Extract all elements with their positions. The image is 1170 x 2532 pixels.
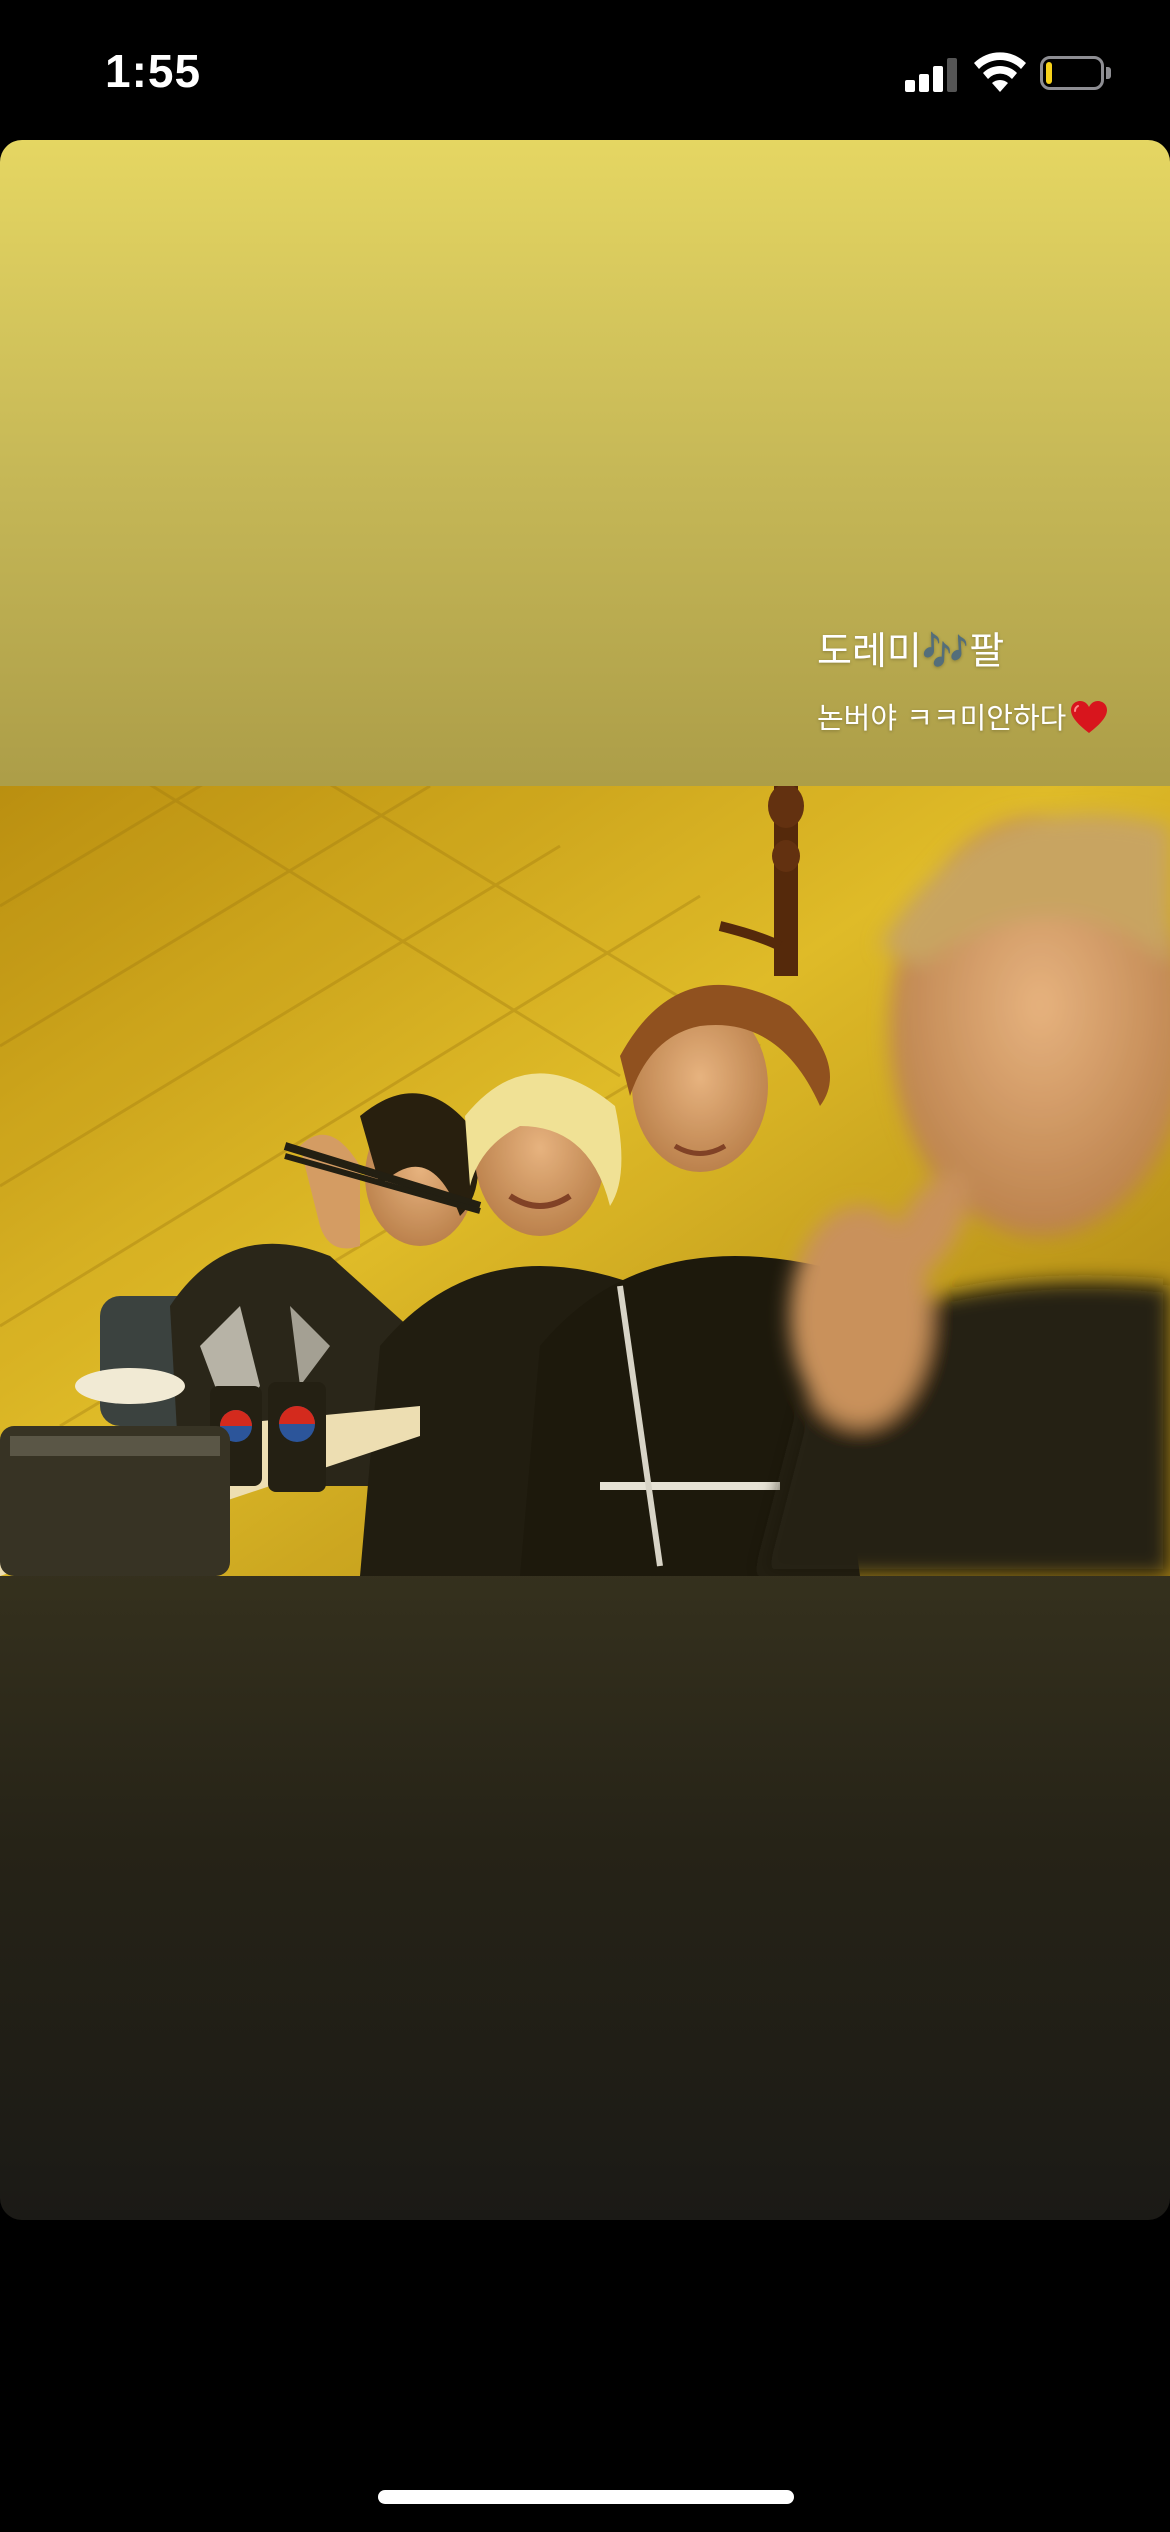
photo-tint: [0, 786, 1170, 1576]
group-photo-illustration: [0, 786, 1170, 1576]
home-indicator-bar[interactable]: [378, 2490, 794, 2504]
story-photo: [0, 786, 1170, 1576]
battery-icon: [1040, 56, 1114, 92]
caption-line-1: 도레미🎶팔: [817, 629, 1005, 673]
battery-level-fill: [1046, 62, 1052, 84]
battery-cap: [1106, 67, 1111, 79]
caption-line-2-text: 논버야 ㅋㅋ미안하다: [817, 701, 1067, 735]
red-heart-icon: [1071, 701, 1108, 733]
story-card[interactable]: 도레미🎶팔 논버야 ㅋㅋ미안하다: [0, 140, 1170, 2220]
status-time: 1:55: [105, 45, 202, 97]
wifi-icon: [974, 52, 1026, 92]
status-bar: 1:55: [0, 0, 1170, 140]
story-caption: 도레미🎶팔 논버야 ㅋㅋ미안하다: [817, 620, 1157, 737]
cellular-signal-icon: [905, 56, 959, 92]
caption-line-2: 논버야 ㅋㅋ미안하다: [817, 695, 1157, 737]
